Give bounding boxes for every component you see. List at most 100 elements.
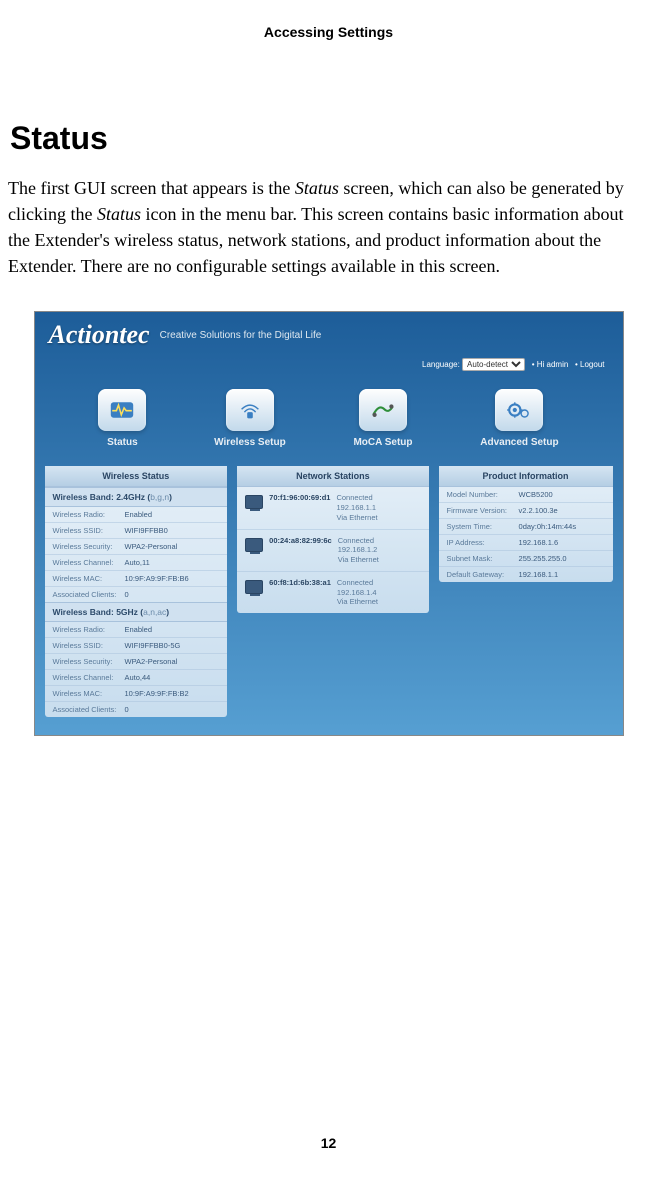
network-stations-panel: Network Stations 70:f1:96:00:69:d1 Connec… (237, 466, 428, 613)
kv-row: Associated Clients:0 (45, 587, 228, 602)
nav-label: Wireless Setup (214, 437, 286, 448)
station-via: Via Ethernet (338, 555, 379, 565)
station-ip: 192.168.1.2 (338, 545, 379, 555)
station-mac: 60:f8:1d:6b:38:a1 (269, 578, 331, 587)
product-info-panel: Product Information Model Number:WCB5200… (439, 466, 613, 582)
para-italic: Status (97, 204, 141, 224)
kv-value: WIFI9FFBB0-5G (125, 641, 181, 650)
brand-tagline: Creative Solutions for the Digital Life (160, 330, 322, 341)
station-mac: 00:24:a8:82:99:6c (269, 536, 332, 545)
kv-value: 192.168.1.1 (519, 570, 559, 579)
nav-status[interactable]: Status (98, 389, 146, 448)
kv-row: Default Gateway:192.168.1.1 (439, 567, 613, 582)
station-text: 60:f8:1d:6b:38:a1 (269, 578, 331, 587)
kv-value: 0 (125, 705, 129, 714)
logout-link[interactable]: Logout (580, 360, 604, 369)
para-text: The first GUI screen that appears is the (8, 178, 295, 198)
brand-logo: Actiontec (49, 320, 150, 350)
kv-key: Associated Clients: (53, 705, 125, 714)
topbar-right: Language: Auto-detect • Hi admin • Logou… (35, 354, 623, 381)
station-text: 70:f1:96:00:69:d1 (269, 493, 330, 502)
nav-row: Status Wireless Setup MoCA Setup Advance… (35, 381, 623, 466)
nav-label: MoCA Setup (353, 437, 412, 448)
kv-key: Default Gateway: (447, 570, 519, 579)
kv-key: IP Address: (447, 538, 519, 547)
band-5-rows: Wireless Radio:EnabledWireless SSID:WIFI… (45, 622, 228, 717)
kv-row: Wireless Security:WPA2-Personal (45, 539, 228, 555)
content-columns: Wireless Status Wireless Band: 2.4GHz (b… (35, 466, 623, 735)
body-paragraph: The first GUI screen that appears is the… (8, 175, 649, 279)
station-status: Connected (337, 578, 378, 588)
nav-label: Status (107, 437, 138, 448)
greeting-text: Hi admin (537, 360, 569, 369)
kv-key: Wireless Security: (53, 542, 125, 551)
page-title: Status (10, 120, 657, 157)
kv-key: Wireless Radio: (53, 510, 125, 519)
kv-value: 10:9F:A9:9F:FB:B2 (125, 689, 189, 698)
kv-row: Wireless Radio:Enabled (45, 622, 228, 638)
nav-wireless[interactable]: Wireless Setup (214, 389, 286, 448)
band-close: ) (166, 607, 169, 617)
kv-row: Wireless Radio:Enabled (45, 507, 228, 523)
product-rows: Model Number:WCB5200Firmware Version:v2.… (439, 487, 613, 582)
station-status: Connected (338, 536, 379, 546)
page-header: Accessing Settings (0, 0, 657, 40)
computer-icon (245, 538, 263, 552)
kv-value: 0day:0h:14m:44s (519, 522, 577, 531)
language-label: Language (422, 360, 458, 369)
kv-key: Firmware Version: (447, 506, 519, 515)
kv-key: System Time: (447, 522, 519, 531)
station-ip: 192.168.1.1 (336, 503, 377, 513)
kv-value: WCB5200 (519, 490, 553, 499)
kv-value: 192.168.1.6 (519, 538, 559, 547)
kv-value: Enabled (125, 625, 153, 634)
kv-key: Wireless MAC: (53, 574, 125, 583)
para-italic: Status (295, 178, 339, 198)
kv-row: Wireless SSID:WIFI9FFBB0 (45, 523, 228, 539)
language-select[interactable]: Auto-detect (462, 358, 525, 371)
kv-row: Firmware Version:v2.2.100.3e (439, 503, 613, 519)
kv-row: Wireless MAC:10:9F:A9:9F:FB:B6 (45, 571, 228, 587)
computer-icon (245, 495, 263, 509)
panel-header: Product Information (439, 466, 613, 487)
kv-value: WPA2-Personal (125, 657, 178, 666)
kv-key: Wireless SSID: (53, 641, 125, 650)
kv-value: WIFI9FFBB0 (125, 526, 168, 535)
kv-value: 0 (125, 590, 129, 599)
kv-key: Wireless Security: (53, 657, 125, 666)
panel-header: Network Stations (237, 466, 428, 487)
station-info-col: Connected192.168.1.1Via Ethernet (336, 493, 377, 522)
wireless-status-panel: Wireless Status Wireless Band: 2.4GHz (b… (45, 466, 228, 717)
band-24-rows: Wireless Radio:EnabledWireless SSID:WIFI… (45, 507, 228, 602)
station-info-col: Connected192.168.1.2Via Ethernet (338, 536, 379, 565)
kv-row: Wireless Channel:Auto,44 (45, 670, 228, 686)
station-status: Connected (336, 493, 377, 503)
station-mac: 70:f1:96:00:69:d1 (269, 493, 330, 502)
kv-key: Wireless Channel: (53, 558, 125, 567)
band-5-header: Wireless Band: 5GHz (a,n,ac) (45, 602, 228, 622)
station-via: Via Ethernet (336, 513, 377, 523)
status-icon (98, 389, 146, 431)
kv-row: Wireless MAC:10:9F:A9:9F:FB:B2 (45, 686, 228, 702)
kv-row: Wireless SSID:WIFI9FFBB0-5G (45, 638, 228, 654)
kv-value: v2.2.100.3e (519, 506, 558, 515)
wireless-icon (226, 389, 274, 431)
kv-value: Auto,11 (125, 558, 150, 567)
gui-screenshot: Actiontec Creative Solutions for the Dig… (34, 311, 624, 736)
kv-row: Subnet Mask:255.255.255.0 (439, 551, 613, 567)
kv-key: Wireless MAC: (53, 689, 125, 698)
advanced-icon (495, 389, 543, 431)
kv-key: Subnet Mask: (447, 554, 519, 563)
band-24-header: Wireless Band: 2.4GHz (b,g,n) (45, 487, 228, 507)
kv-key: Wireless SSID: (53, 526, 125, 535)
kv-key: Model Number: (447, 490, 519, 499)
nav-moca[interactable]: MoCA Setup (353, 389, 412, 448)
kv-value: WPA2-Personal (125, 542, 178, 551)
band-label: Wireless Band: 5GHz ( (53, 607, 144, 617)
brand-area: Actiontec Creative Solutions for the Dig… (35, 312, 623, 354)
kv-value: 255.255.255.0 (519, 554, 567, 563)
kv-value: Enabled (125, 510, 153, 519)
panel-header: Wireless Status (45, 466, 228, 487)
nav-advanced[interactable]: Advanced Setup (480, 389, 558, 448)
band-modes: b,g,n (150, 492, 169, 502)
